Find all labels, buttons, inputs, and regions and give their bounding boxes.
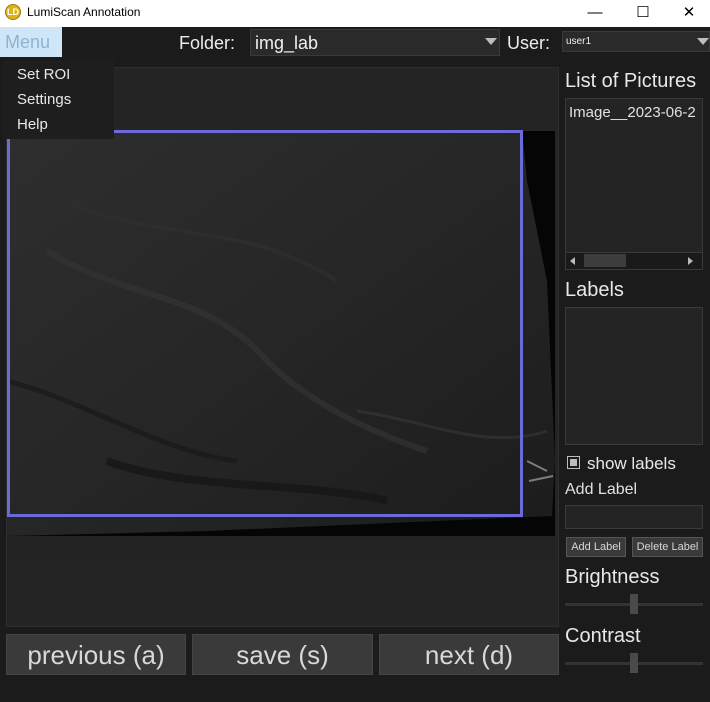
pictures-list[interactable]: Image__2023-06-2 <box>565 98 703 270</box>
menu-item-help[interactable]: Help <box>17 116 48 133</box>
user-dropdown[interactable]: user1 <box>562 31 710 52</box>
minimize-button[interactable]: — <box>572 0 618 27</box>
user-label: User: <box>507 33 551 53</box>
roi-rectangle[interactable] <box>7 130 523 517</box>
scroll-left-icon[interactable] <box>570 257 575 265</box>
scroll-thumb[interactable] <box>584 254 626 267</box>
maximize-button[interactable]: ☐ <box>620 0 666 27</box>
checkbox-check-icon <box>570 459 577 466</box>
folder-dropdown-arrow-icon[interactable] <box>485 38 497 45</box>
labels-list[interactable] <box>565 307 703 445</box>
folder-label: Folder: <box>179 33 236 53</box>
folder-dropdown[interactable]: img_lab <box>250 29 500 56</box>
menu-item-set-roi[interactable]: Set ROI <box>17 66 70 83</box>
add-label-heading: Add Label <box>565 481 638 498</box>
save-button[interactable]: save (s) <box>192 634 373 675</box>
horizontal-scrollbar[interactable] <box>566 252 702 269</box>
show-labels-checkbox[interactable] <box>567 456 580 469</box>
contrast-slider[interactable] <box>565 653 703 673</box>
contrast-slider-handle[interactable] <box>630 653 638 673</box>
menu-item-settings[interactable]: Settings <box>17 91 71 108</box>
brightness-slider-handle[interactable] <box>630 594 638 614</box>
close-button[interactable]: ✕ <box>666 0 710 27</box>
window-title: LumiScan Annotation <box>27 5 141 19</box>
brightness-heading: Brightness <box>565 566 660 588</box>
menu-button[interactable]: Menu <box>0 27 62 57</box>
scroll-right-icon[interactable] <box>688 257 693 265</box>
next-button[interactable]: next (d) <box>379 634 559 675</box>
labels-heading: Labels <box>565 279 624 301</box>
user-value: user1 <box>566 36 592 47</box>
pictures-heading: List of Pictures <box>565 70 697 92</box>
delete-label-button[interactable]: Delete Label <box>632 537 703 557</box>
contrast-heading: Contrast <box>565 625 641 647</box>
list-item[interactable]: Image__2023-06-2 <box>569 104 696 121</box>
add-label-button[interactable]: Add Label <box>566 537 626 557</box>
add-label-input[interactable] <box>565 505 703 529</box>
window-titlebar: LD LumiScan Annotation — ☐ ✕ <box>0 0 710 27</box>
previous-button[interactable]: previous (a) <box>6 634 186 675</box>
user-dropdown-arrow-icon[interactable] <box>697 38 709 45</box>
brightness-slider[interactable] <box>565 594 703 614</box>
menu-dropdown: Set ROI Settings Help <box>3 60 114 139</box>
folder-value: img_lab <box>255 33 319 53</box>
app-logo-icon: LD <box>5 4 21 20</box>
show-labels-text: show labels <box>587 454 676 473</box>
